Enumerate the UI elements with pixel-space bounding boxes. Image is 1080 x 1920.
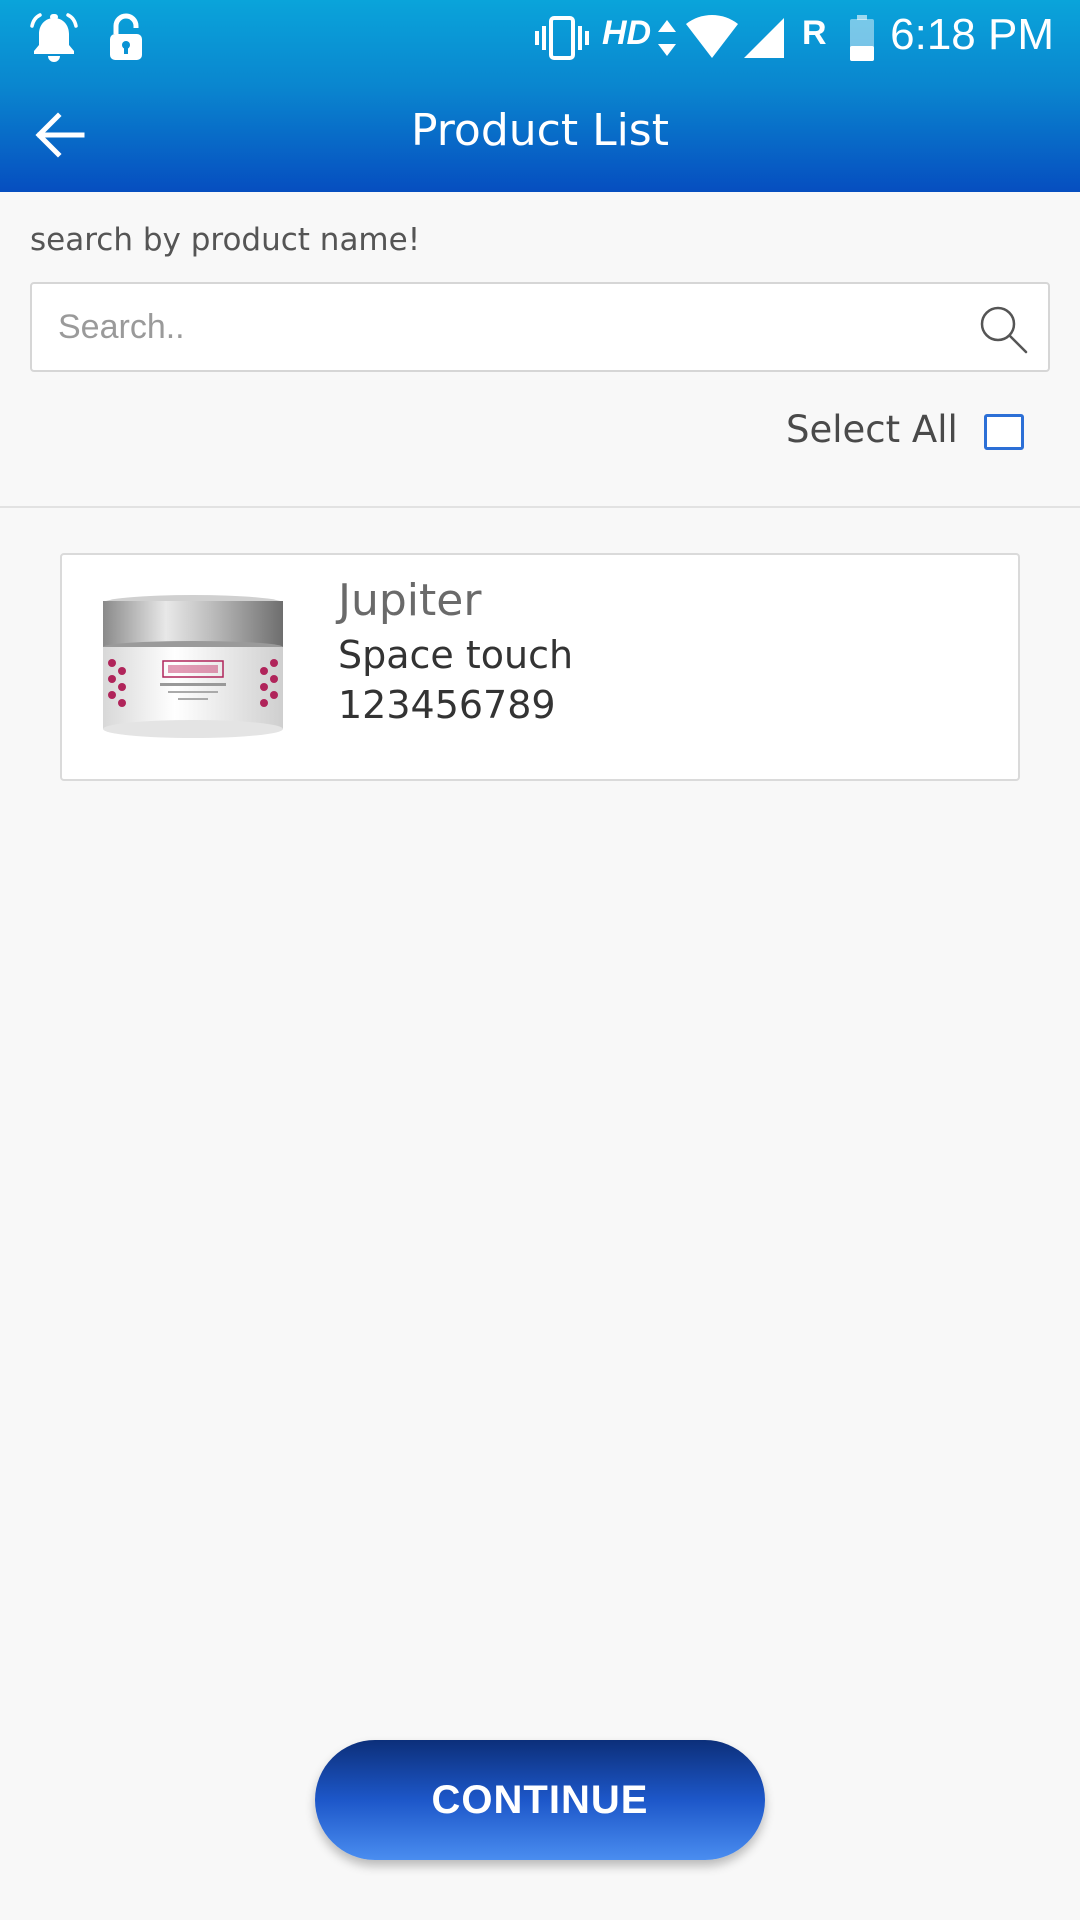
product-brand: Space touch: [338, 633, 574, 677]
network-type-label: HD: [602, 14, 652, 52]
select-all-checkbox[interactable]: [984, 414, 1024, 450]
product-list-screen: HD R 6:18 PM Product List search by prod…: [0, 0, 1080, 1920]
search-label: search by product name!: [30, 222, 421, 258]
top-bar: HD R 6:18 PM Product List: [0, 0, 1080, 192]
cream-jar-image: [103, 595, 283, 738]
status-bar: HD R 6:18 PM: [0, 0, 1080, 75]
select-all-label: Select All: [786, 408, 958, 451]
divider: [0, 506, 1080, 508]
product-card[interactable]: Jupiter Space touch 123456789: [60, 553, 1020, 781]
product-code: 123456789: [338, 683, 556, 727]
signal-icon: [744, 18, 784, 58]
search-box: [30, 282, 1050, 372]
status-time: 6:18 PM: [890, 10, 1054, 59]
page-title: Product List: [411, 105, 669, 156]
lock-icon: [110, 13, 142, 60]
battery-icon: [850, 15, 874, 61]
wifi-icon: [686, 15, 738, 58]
data-arrows-icon: [658, 20, 676, 56]
continue-button[interactable]: CONTINUE: [315, 1740, 765, 1860]
app-bar: Product List: [0, 75, 1080, 192]
search-icon[interactable]: [976, 302, 1030, 356]
product-name: Jupiter: [338, 575, 482, 626]
vibrate-icon: [535, 16, 589, 60]
continue-button-label: CONTINUE: [431, 1777, 649, 1822]
roaming-indicator: R: [802, 14, 827, 52]
notification-bell-icon: [30, 13, 78, 62]
search-input[interactable]: [58, 284, 958, 370]
